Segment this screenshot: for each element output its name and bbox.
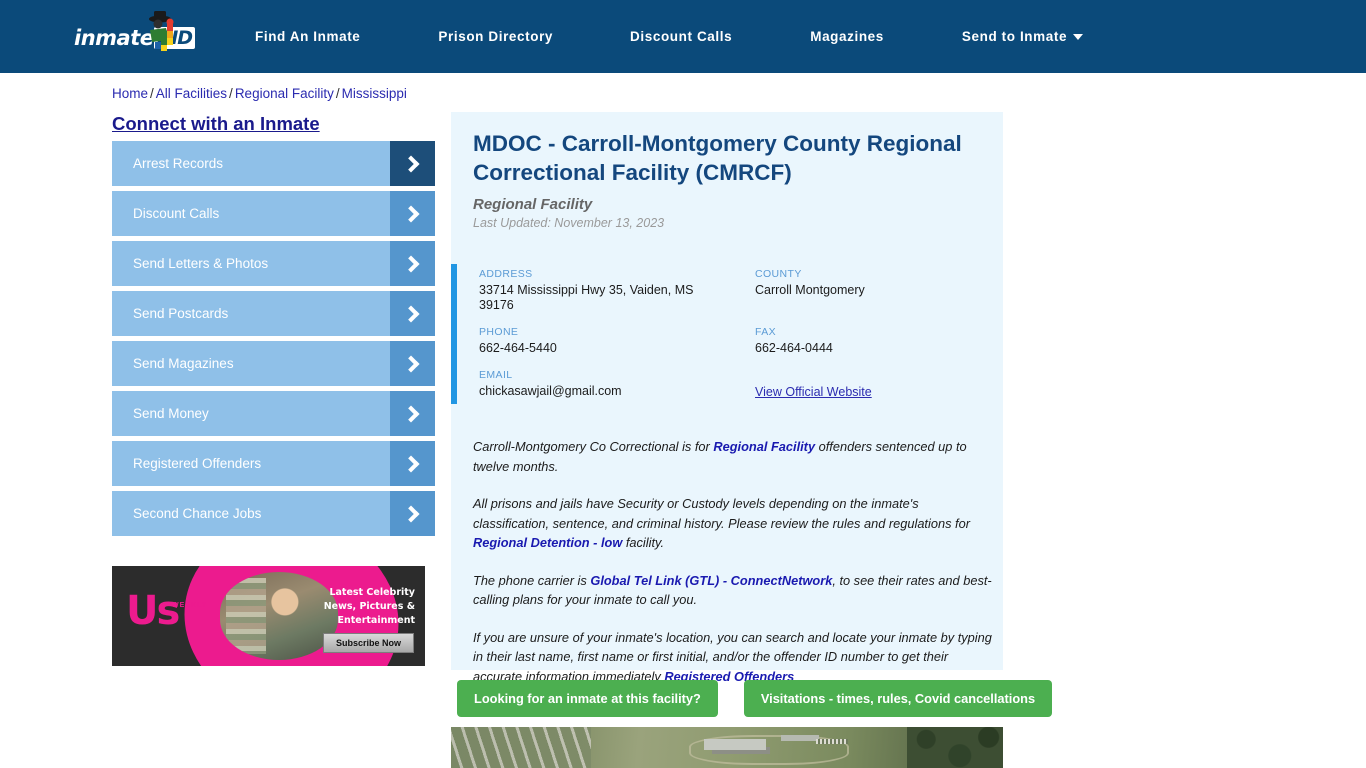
advertisement-banner[interactable]: Us WEEKLY Latest Celebrity News, Picture…	[112, 566, 425, 666]
contact-column-right: COUNTY Carroll Montgomery FAX 662-464-04…	[755, 268, 985, 414]
chevron-right-icon	[390, 341, 435, 386]
aerial-treeline	[907, 727, 1003, 768]
facility-detail-panel: MDOC - Carroll-Montgomery County Regiona…	[451, 112, 1003, 684]
ad-subscribe-button[interactable]: Subscribe Now	[322, 633, 414, 653]
description-paragraph-4: If you are unsure of your inmate's locat…	[473, 628, 993, 687]
nav-send-to-inmate-label: Send to Inmate	[961, 29, 1068, 44]
link-phone-carrier[interactable]: Global Tel Link (GTL) - ConnectNetwork	[590, 573, 832, 588]
link-regional-detention-low[interactable]: Regional Detention - low	[473, 535, 622, 550]
breadcrumb: Home / All Facilities / Regional Facility / Mi…	[112, 86, 407, 101]
aerial-building-secondary	[781, 735, 819, 741]
field-value: Carroll Montgomery	[755, 283, 865, 297]
field-value: 662-464-0444	[755, 341, 833, 355]
chevron-right-icon	[390, 141, 435, 186]
logo-figure-icon	[149, 11, 174, 51]
sidebar-item-send-money[interactable]: Send Money	[112, 391, 435, 436]
sidebar-item-label: Arrest Records	[133, 156, 224, 171]
ad-copy-text: Latest Celebrity News, Pictures & Entert…	[323, 587, 415, 626]
chevron-down-icon	[1073, 34, 1084, 41]
sidebar-item-discount-calls[interactable]: Discount Calls	[112, 191, 435, 236]
facility-description: Carroll-Montgomery Co Correctional is fo…	[473, 437, 993, 704]
aerial-facility-image	[451, 727, 1003, 768]
sidebar-item-label: Send Letters & Photos	[133, 256, 269, 271]
accent-bar	[451, 264, 457, 404]
ad-brand-sublabel: WEEKLY	[172, 602, 208, 609]
contact-column-left: ADDRESS 33714 Mississippi Hwy 35, Vaiden…	[479, 268, 729, 412]
looking-for-inmate-button[interactable]: Looking for an inmate at this facility?	[457, 680, 718, 717]
breadcrumb-separator: /	[335, 86, 340, 101]
field-value: chickasawjail@gmail.com	[479, 384, 622, 398]
field-label: PHONE	[479, 326, 519, 338]
breadcrumb-separator: /	[229, 86, 233, 101]
field-fax: FAX 662-464-0444	[755, 326, 985, 356]
nav-item-magazines[interactable]: Magazines	[810, 29, 884, 44]
sidebar-item-label: Send Money	[133, 406, 209, 421]
breadcrumb-item-home[interactable]: Home	[112, 86, 148, 101]
sidebar-menu: Arrest Records Discount Calls Send Lette…	[112, 141, 435, 541]
chevron-right-icon	[390, 241, 435, 286]
link-regional-facility[interactable]: Regional Facility	[713, 439, 815, 454]
contact-information-box: ADDRESS 33714 Mississippi Hwy 35, Vaiden…	[451, 254, 1003, 409]
aerial-parking-lot	[816, 739, 848, 744]
nav-item-discount-calls[interactable]: Discount Calls	[630, 29, 732, 44]
breadcrumb-item-regional-facility[interactable]: Regional Facility	[235, 86, 334, 101]
breadcrumb-separator: /	[150, 86, 154, 101]
facility-type-subtitle: Regional Facility	[473, 196, 593, 213]
aerial-building-main	[704, 739, 766, 750]
view-official-website-link[interactable]: View Official Website	[755, 385, 872, 399]
text-run: The phone carrier is	[473, 572, 591, 588]
sidebar-item-registered-offenders[interactable]: Registered Offenders	[112, 441, 435, 486]
description-paragraph-3: The phone carrier is Global Tel Link (GT…	[473, 571, 993, 610]
page-title: MDOC - Carroll-Montgomery County Regiona…	[473, 131, 962, 185]
field-value: 33714 Mississippi Hwy 35, Vaiden, MS 391…	[479, 283, 694, 312]
chevron-right-icon	[390, 191, 435, 236]
site-header: inmate AID Find An Inmate Prison Director…	[0, 0, 1366, 73]
sidebar-item-second-chance-jobs[interactable]: Second Chance Jobs	[112, 491, 435, 536]
last-updated-text: Last Updated: November 13, 2023	[473, 216, 665, 230]
sidebar-item-label: Registered Offenders	[133, 456, 262, 471]
sidebar-item-arrest-records[interactable]: Arrest Records	[112, 141, 435, 186]
nav-item-prison-directory[interactable]: Prison Directory	[438, 29, 553, 44]
field-email: EMAIL chickasawjail@gmail.com	[479, 369, 729, 399]
nav-item-find-an-inmate[interactable]: Find An Inmate	[255, 29, 360, 44]
field-official-website: View Official Website	[755, 383, 985, 401]
sidebar-title: Connect with an Inmate	[112, 113, 320, 134]
sidebar-item-label: Send Postcards	[133, 306, 229, 321]
text-run: facility.	[622, 535, 665, 550]
field-address: ADDRESS 33714 Mississippi Hwy 35, Vaiden…	[479, 268, 729, 313]
field-label: ADDRESS	[479, 268, 533, 280]
sidebar-item-send-letters-photos[interactable]: Send Letters & Photos	[112, 241, 435, 286]
chevron-right-icon	[390, 391, 435, 436]
field-county: COUNTY Carroll Montgomery	[755, 268, 985, 298]
field-label: EMAIL	[479, 369, 513, 381]
sidebar-item-label: Send Magazines	[133, 356, 234, 371]
chevron-right-icon	[390, 491, 435, 536]
breadcrumb-item-all-facilities[interactable]: All Facilities	[156, 86, 227, 101]
field-value: 662-464-5440	[479, 341, 557, 355]
aerial-road	[451, 727, 591, 768]
description-paragraph-1: Carroll-Montgomery Co Correctional is fo…	[473, 437, 993, 476]
chevron-right-icon	[390, 441, 435, 486]
chevron-right-icon	[390, 291, 435, 336]
text-run: Carroll-Montgomery Co Correctional is fo…	[473, 439, 714, 454]
main-navigation: Find An Inmate Prison Directory Discount…	[255, 0, 1084, 73]
field-label: COUNTY	[755, 268, 802, 280]
sidebar-item-label: Second Chance Jobs	[133, 506, 262, 521]
site-logo[interactable]: inmate AID	[74, 11, 196, 58]
nav-item-send-to-inmate[interactable]: Send to Inmate	[961, 29, 1084, 44]
sidebar-item-send-magazines[interactable]: Send Magazines	[112, 341, 435, 386]
text-run: All prisons and jails have Security or C…	[473, 496, 970, 531]
description-paragraph-2: All prisons and jails have Security or C…	[473, 494, 993, 553]
ad-brand-logo: Us	[126, 588, 180, 634]
visitations-button[interactable]: Visitations - times, rules, Covid cancel…	[743, 680, 1053, 717]
breadcrumb-item-mississippi[interactable]: Mississippi	[342, 86, 407, 101]
sidebar-item-label: Discount Calls	[133, 206, 220, 221]
field-label: FAX	[755, 326, 777, 338]
cta-button-row: Looking for an inmate at this facility? …	[457, 680, 1053, 717]
sidebar-item-send-postcards[interactable]: Send Postcards	[112, 291, 435, 336]
field-phone: PHONE 662-464-5440	[479, 326, 729, 356]
